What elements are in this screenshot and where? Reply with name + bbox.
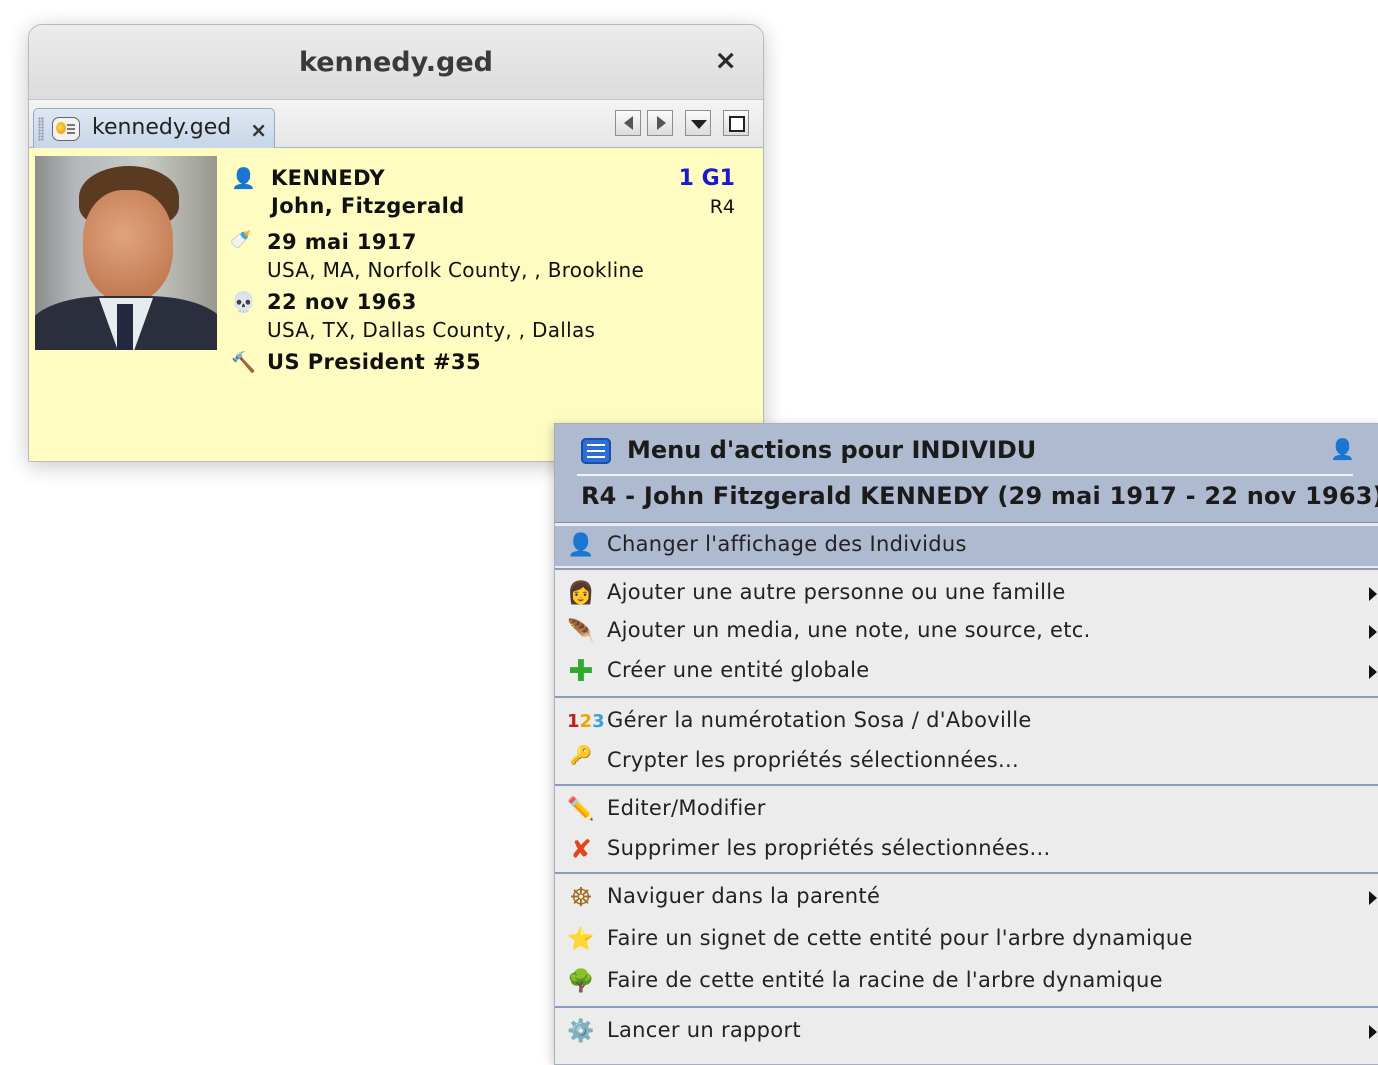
given-names: John, Fitzgerald [271, 194, 465, 218]
menu-item-label: Crypter les propriétés sélectionnées... [607, 748, 1019, 772]
portrait-photo [35, 156, 217, 350]
green-plus-icon: ✚ [568, 654, 594, 689]
menu-item-label: Ajouter une autre personne ou une famill… [607, 580, 1066, 604]
numbers-icon: 123 [567, 711, 605, 732]
dropdown-arrow-icon [691, 120, 707, 129]
submenu-arrow-icon [1369, 587, 1377, 601]
menu-item-label: Gérer la numérotation Sosa / d'Aboville [607, 708, 1032, 732]
menu-separator [555, 872, 1378, 874]
arrow-right-icon [657, 116, 666, 130]
record-reference: R4 [709, 196, 735, 218]
menu-subtitle: R4 - John Fitzgerald KENNEDY (29 mai 191… [581, 482, 1378, 510]
menu-item-encrypt[interactable]: 🔑 Crypter les propriétés sélectionnées..… [555, 742, 1378, 782]
death-place: USA, TX, Dallas County, , Dallas [267, 318, 596, 342]
submenu-arrow-icon [1369, 1025, 1377, 1039]
menu-item-add-media[interactable]: 🪶 Ajouter un media, une note, une source… [555, 612, 1378, 652]
submenu-arrow-icon [1369, 665, 1377, 679]
occupation-hammer-icon: 🔨 [231, 350, 256, 374]
window-close-button[interactable]: × [714, 45, 737, 76]
menu-item-label: Editer/Modifier [607, 796, 766, 820]
menu-item-add-person[interactable]: 👩 Ajouter une autre personne ou une fami… [555, 574, 1378, 614]
menu-item-change-display[interactable]: 👤 Changer l'affichage des Individus [555, 526, 1378, 566]
feather-icon: 🪶 [567, 619, 595, 644]
death-date: 22 nov 1963 [267, 290, 417, 314]
death-skull-icon: 💀 [231, 290, 256, 314]
menu-item-create-global-entity[interactable]: ✚ Créer une entité globale [555, 652, 1378, 692]
menu-separator [555, 1006, 1378, 1008]
maximize-button[interactable] [723, 110, 749, 136]
report-icon: ⚙️ [567, 1019, 595, 1044]
delete-icon: ✘ [570, 835, 592, 865]
menu-title: Menu d'actions pour INDIVIDU [627, 436, 1037, 464]
tab-bar: kennedy.ged × [29, 100, 763, 148]
tab-kennedy-ged[interactable]: kennedy.ged × [33, 108, 275, 148]
tab-label: kennedy.ged [92, 115, 232, 140]
birth-place: USA, MA, Norfolk County, , Brookline [267, 258, 645, 282]
tab-close-button[interactable]: × [250, 118, 267, 142]
menu-item-tree-root[interactable]: 🌳 Faire de cette entité la racine de l'a… [555, 962, 1378, 1002]
pencil-icon: ✏️ [567, 797, 595, 822]
person-icon: 👤 [231, 166, 256, 190]
menu-item-label: Faire de cette entité la racine de l'arb… [607, 968, 1163, 992]
arrow-left-icon [624, 116, 633, 130]
tab-list-dropdown-button[interactable] [685, 110, 711, 136]
scroll-right-button[interactable] [647, 110, 673, 136]
maximize-icon [729, 116, 745, 132]
submenu-arrow-icon [1369, 625, 1377, 639]
menu-list-icon [581, 438, 611, 464]
birth-date: 29 mai 1917 [267, 230, 417, 254]
window-titlebar[interactable]: kennedy.ged × [29, 25, 763, 100]
scroll-left-button[interactable] [615, 110, 641, 136]
menu-item-label: Lancer un rapport [607, 1018, 801, 1042]
menu-item-label: Créer une entité globale [607, 658, 870, 682]
menu-separator [555, 568, 1378, 570]
menu-header: Menu d'actions pour INDIVIDU 👤 R4 - John… [555, 424, 1378, 523]
individual-card[interactable]: 👤 KENNEDY John, Fitzgerald 1 G1 R4 🍼 29 … [29, 148, 763, 461]
menu-header-divider [577, 474, 1353, 476]
menu-item-label: Faire un signet de cette entité pour l'a… [607, 926, 1193, 950]
menu-separator [555, 784, 1378, 786]
submenu-arrow-icon [1369, 891, 1377, 905]
identity-card-icon [52, 117, 80, 141]
menu-item-bookmark[interactable]: ⭐ Faire un signet de cette entité pour l… [555, 920, 1378, 960]
menu-item-sosa-numbering[interactable]: 123 Gérer la numérotation Sosa / d'Abovi… [555, 702, 1378, 742]
sosa-number: 1 G1 [678, 166, 735, 191]
menu-item-run-report[interactable]: ⚙️ Lancer un rapport [555, 1012, 1378, 1052]
person-icon: 👤 [1330, 437, 1355, 461]
surname: KENNEDY [271, 166, 386, 190]
menu-separator [555, 696, 1378, 698]
menu-item-label: Ajouter un media, une note, une source, … [607, 618, 1091, 642]
birth-icon: 🍼 [230, 230, 252, 250]
menu-item-label: Naviguer dans la parenté [607, 884, 881, 908]
menu-item-label: Supprimer les propriétés sélectionnées..… [607, 836, 1051, 860]
key-icon: 🔑 [569, 745, 593, 766]
context-menu: Menu d'actions pour INDIVIDU 👤 R4 - John… [554, 423, 1378, 1065]
star-icon: ⭐ [567, 927, 595, 952]
tab-grip-icon[interactable] [38, 117, 44, 141]
menu-item-label: Changer l'affichage des Individus [607, 532, 967, 556]
genealogy-window: kennedy.ged × kennedy.ged × 👤 KENNEDY Jo… [28, 24, 764, 462]
window-title: kennedy.ged [299, 47, 493, 78]
menu-item-navigate-kinship[interactable]: ☸ Naviguer dans la parenté [555, 878, 1378, 918]
person-icon: 👤 [567, 533, 595, 558]
tree-icon: 🌳 [567, 969, 595, 994]
menu-item-delete[interactable]: ✘ Supprimer les propriétés sélectionnées… [555, 830, 1378, 870]
occupation: US President #35 [267, 350, 481, 374]
add-person-icon: 👩 [567, 581, 595, 606]
menu-item-edit[interactable]: ✏️ Editer/Modifier [555, 790, 1378, 830]
ship-wheel-icon: ☸ [569, 883, 593, 913]
